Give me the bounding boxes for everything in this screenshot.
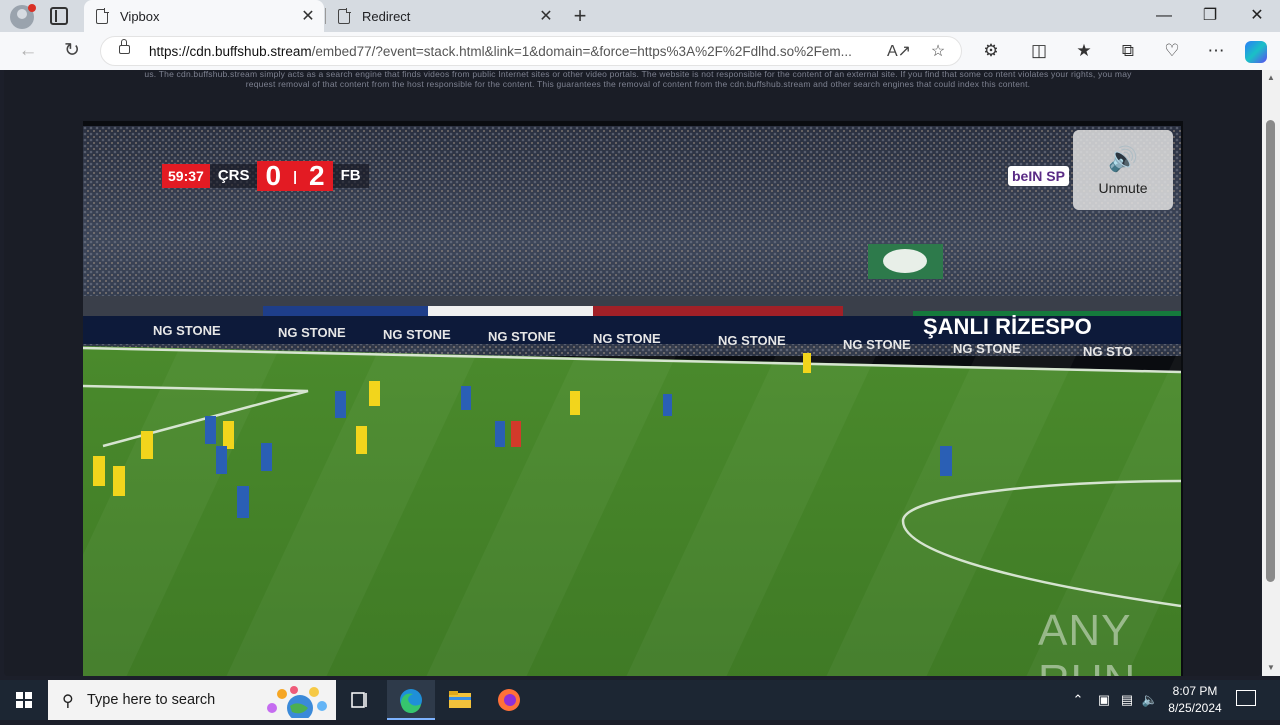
svg-text:NG STONE: NG STONE bbox=[718, 333, 786, 348]
file-explorer-icon[interactable] bbox=[436, 680, 484, 720]
start-button[interactable] bbox=[0, 680, 48, 720]
unmute-button[interactable]: 🔊 Unmute bbox=[1073, 130, 1173, 210]
svg-text:NG STONE: NG STONE bbox=[278, 325, 346, 340]
address-bar[interactable]: https://cdn.buffshub.stream/embed77/?eve… bbox=[100, 36, 962, 66]
page-icon bbox=[338, 7, 351, 24]
favorites-icon[interactable]: ★ bbox=[1068, 32, 1100, 70]
windows-logo-icon bbox=[16, 692, 32, 708]
scoreboard: 59:37 ÇRS 0 | 2 FB bbox=[162, 161, 369, 191]
clock-date: 8/25/2024 bbox=[1168, 701, 1222, 715]
search-icon: ⚲ bbox=[62, 693, 74, 710]
tab-strip: Vipbox ✕ Redirect ✕ + — ❐ ✕ bbox=[0, 0, 1280, 32]
taskbar-search[interactable]: ⚲ Type here to search bbox=[48, 680, 336, 720]
notification-icon[interactable] bbox=[1236, 690, 1256, 706]
firefox-icon[interactable] bbox=[485, 680, 533, 720]
broadcaster-logo: beIN SP bbox=[1008, 166, 1069, 186]
browser-essentials-icon[interactable]: ♡ bbox=[1156, 32, 1188, 70]
edge-taskbar-icon[interactable] bbox=[387, 680, 435, 720]
browser-toolbar: ← ↻ https://cdn.buffshub.stream/embed77/… bbox=[0, 32, 1280, 71]
away-team: FB bbox=[332, 164, 369, 188]
svg-text:NG STONE: NG STONE bbox=[488, 329, 556, 344]
tab-title: Vipbox bbox=[120, 8, 160, 24]
volume-icon[interactable]: 🔈 bbox=[1140, 680, 1160, 720]
search-placeholder: Type here to search bbox=[87, 692, 216, 708]
lock-icon[interactable] bbox=[119, 39, 130, 54]
more-menu-icon[interactable]: ⋯ bbox=[1200, 32, 1232, 70]
profile-notification-dot bbox=[28, 4, 36, 12]
extensions-icon[interactable]: ⚙ bbox=[975, 32, 1007, 70]
close-tab-icon[interactable]: ✕ bbox=[536, 6, 556, 26]
url-text[interactable]: https://cdn.buffshub.stream/embed77/?eve… bbox=[149, 37, 889, 66]
video-player[interactable]: NG STONE NG STONE NG STONE NG STONE NG S… bbox=[83, 121, 1183, 676]
svg-text:NG STONE: NG STONE bbox=[383, 327, 451, 342]
search-highlight-icon bbox=[267, 686, 327, 718]
copilot-icon[interactable] bbox=[1245, 41, 1267, 63]
restore-icon[interactable]: ❐ bbox=[1187, 0, 1233, 32]
speaker-icon: 🔊 bbox=[1108, 146, 1138, 173]
network-icon[interactable]: ▤ bbox=[1117, 680, 1137, 720]
scroll-up-icon[interactable]: ▲ bbox=[1262, 70, 1280, 86]
back-icon[interactable]: ← bbox=[12, 32, 44, 70]
home-team: ÇRS bbox=[209, 164, 258, 188]
tab-title: Redirect bbox=[362, 8, 411, 24]
task-view-icon[interactable] bbox=[336, 680, 384, 720]
svg-text:NG STONE: NG STONE bbox=[593, 331, 661, 346]
url-host: https://cdn.buffshub.stream bbox=[149, 44, 312, 59]
away-score: 2 bbox=[300, 161, 333, 191]
scroll-thumb[interactable] bbox=[1266, 120, 1275, 582]
page-icon bbox=[96, 7, 109, 24]
split-screen-icon[interactable]: ◫ bbox=[1023, 32, 1055, 70]
svg-text:NG STONE: NG STONE bbox=[153, 323, 221, 338]
svg-text:ŞANLI RİZESPO: ŞANLI RİZESPO bbox=[923, 314, 1092, 339]
device-icon[interactable]: ▣ bbox=[1094, 680, 1114, 720]
match-video-image: NG STONE NG STONE NG STONE NG STONE NG S… bbox=[83, 126, 1181, 676]
tab-actions-icon[interactable] bbox=[50, 7, 68, 25]
read-aloud-icon[interactable]: A↗ bbox=[885, 37, 913, 66]
collections-icon[interactable]: ⧉ bbox=[1112, 32, 1144, 70]
url-path: /embed77/?event=stack.html&link=1&domain… bbox=[311, 44, 852, 59]
page-scrollbar[interactable]: ▲ ▼ bbox=[1262, 70, 1280, 676]
match-clock: 59:37 bbox=[162, 164, 210, 188]
minimize-icon[interactable]: — bbox=[1141, 0, 1187, 32]
taskbar: ⚲ Type here to search ⌃ ▣ ▤ 🔈 8:07 PM 8/… bbox=[0, 680, 1280, 720]
clock[interactable]: 8:07 PM 8/25/2024 bbox=[1160, 683, 1230, 717]
home-score: 0 bbox=[257, 161, 290, 191]
close-window-icon[interactable]: ✕ bbox=[1234, 0, 1280, 32]
new-tab-icon[interactable]: + bbox=[568, 3, 592, 29]
refresh-icon[interactable]: ↻ bbox=[56, 32, 88, 70]
favorite-star-icon[interactable]: ☆ bbox=[924, 37, 952, 66]
close-tab-icon[interactable]: ✕ bbox=[298, 6, 318, 26]
video-frame[interactable]: NG STONE NG STONE NG STONE NG STONE NG S… bbox=[83, 126, 1181, 676]
page-content: us. The cdn.buffshub.stream simply acts … bbox=[0, 69, 1262, 676]
anyrun-watermark: ANY RUN bbox=[1038, 606, 1135, 676]
tray-overflow-icon[interactable]: ⌃ bbox=[1068, 680, 1088, 720]
scroll-down-icon[interactable]: ▼ bbox=[1262, 660, 1280, 676]
unmute-label: Unmute bbox=[1098, 180, 1148, 196]
disclaimer-text: us. The cdn.buffshub.stream simply acts … bbox=[144, 69, 1132, 89]
tab-vipbox[interactable]: Vipbox ✕ bbox=[84, 0, 324, 32]
score-divider: | bbox=[289, 161, 301, 191]
tab-redirect[interactable]: Redirect ✕ bbox=[326, 0, 562, 32]
clock-time: 8:07 PM bbox=[1172, 684, 1218, 698]
